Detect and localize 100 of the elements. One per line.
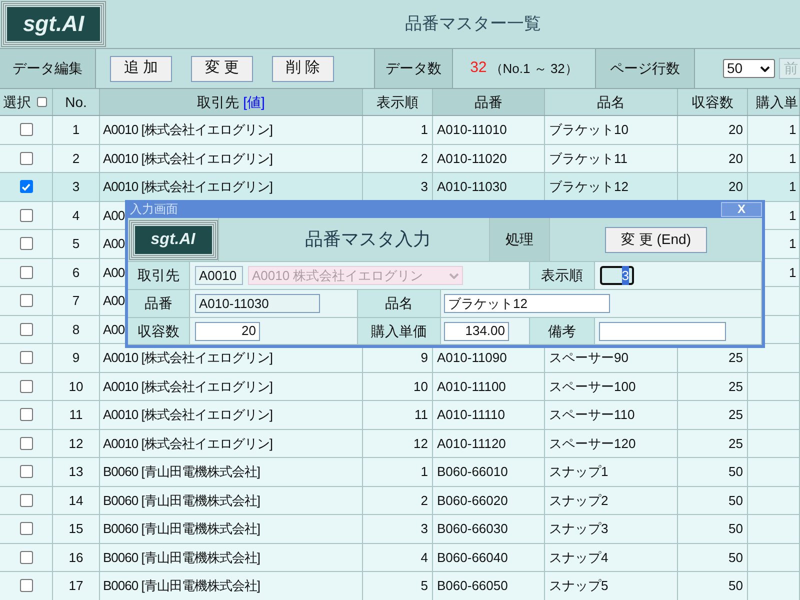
quantity: 50 [728,520,743,538]
table-row[interactable]: 13 B0060 [青山田電機株式会社] 1 B060-66010 スナップ1 50 [0,458,800,486]
row-checkbox[interactable] [20,266,32,279]
row-checkbox[interactable] [20,237,32,250]
customer-name: B0060 [青山田電機株式会社] [103,520,260,538]
display-order: 3 [420,178,428,196]
row-checkbox[interactable] [20,465,32,478]
unit-price: 1 [789,150,796,168]
customer-name: A00 [103,264,125,282]
toolbar-button[interactable]: 削 除 [272,56,334,82]
part-number: B060-66030 [437,520,508,538]
record-range: （No.1 ～ 32） [490,60,578,78]
display-order: 2 [420,492,428,510]
display-order: 3 [420,520,428,538]
unit-price: 1 [789,178,796,196]
number-field[interactable]: 20 [195,322,260,340]
row-checkbox[interactable] [20,494,32,507]
row-checkbox[interactable] [20,152,32,165]
part-number: B060-66020 [437,492,508,510]
row-number: 14 [68,492,84,510]
logo: sgt.AI [1,1,106,47]
quantity: 20 [728,178,743,196]
row-checkbox[interactable] [20,579,32,592]
part-name: スペーサー90 [549,349,628,367]
customer-name: B0060 [青山田電機株式会社] [103,577,260,595]
toolbar-button[interactable]: 追 加 [110,56,172,82]
row-checkbox[interactable] [20,408,32,422]
select-all-checkbox[interactable] [37,97,47,107]
table-row[interactable]: 15 B0060 [青山田電機株式会社] 3 B060-66030 スナップ3 50 [0,515,800,544]
quantity: 50 [728,548,743,566]
table-row[interactable]: 3 A0010 [株式会社イエログリン] 3 A010-11030 ブラケット12 20 1 [0,173,800,202]
row-number: 17 [68,577,84,595]
table-row[interactable]: 17 B0060 [青山田電機株式会社] 5 B060-66050 スナップ5 50 [0,572,800,600]
customer-name: B0060 [青山田電機株式会社] [103,463,260,481]
part-number: A010-11010 [437,121,507,139]
part-name: ブラケット10 [549,121,628,139]
field-label: 購入単価 [358,318,441,345]
customer-name: A00 [103,206,125,224]
row-number: 1 [72,121,80,139]
chevron-down-icon [760,66,770,72]
number-field[interactable]: 134.00 [444,322,509,340]
part-number: A010-11120 [437,434,506,452]
part-name: スナップ1 [549,463,608,481]
column-header[interactable]: 収容数 [678,89,748,115]
submit-button[interactable]: 変 更 (End) [605,226,707,252]
text-field[interactable]: A010-11030 [195,294,320,313]
row-checkbox[interactable] [20,180,32,194]
part-name: ブラケット12 [549,178,628,196]
quantity: 20 [728,150,743,168]
toolbar-label: データ数 [375,49,453,88]
table-row[interactable]: 16 B0060 [青山田電機株式会社] 4 B060-66040 スナップ4 50 [0,544,800,572]
page-size-select[interactable]: 50 [723,59,775,78]
row-checkbox[interactable] [20,522,32,536]
part-name: スペーサー110 [549,406,635,424]
table-row[interactable]: 1 A0010 [株式会社イエログリン] 1 A010-11010 ブラケット10 20 1 [0,116,800,144]
table-row[interactable]: 2 A0010 [株式会社イエログリン] 2 A010-11020 ブラケット11 20 1 [0,144,800,173]
display-order: 1 [420,121,428,139]
part-number: A010-11030 [437,178,507,196]
part-name: スナップ5 [549,577,608,595]
row-number: 10 [68,378,84,396]
row-checkbox[interactable] [20,208,32,222]
row-checkbox[interactable] [20,123,32,136]
row-checkbox[interactable] [20,550,32,564]
column-header[interactable]: 品番 [433,89,545,115]
unit-price: 1 [789,121,796,139]
table-row[interactable]: 12 A0010 [株式会社イエログリン] 12 A010-11120 スペーサー120 25 [0,430,800,458]
unit-price: 1 [789,206,796,224]
display-order: 4 [420,548,428,566]
customer-name: A00 [103,320,125,338]
text-field[interactable]: ブラケット12 [444,294,610,313]
table-row[interactable]: 10 A0010 [株式会社イエログリン] 10 A010-11100 スペーサー100 25 [0,372,800,401]
column-header[interactable]: 品名 [545,89,678,115]
column-header[interactable]: 購入単 [748,89,800,115]
column-header[interactable]: 取引先 [値] [100,89,363,115]
row-number: 12 [68,434,84,452]
order-field[interactable]: 3 [600,266,634,285]
row-checkbox[interactable] [20,436,32,450]
toolbar-label: ページ行数 [596,49,695,88]
row-checkbox[interactable] [20,322,32,336]
table-row[interactable]: 14 B0060 [青山田電機株式会社] 2 B060-66020 スナップ2 50 [0,486,800,515]
quantity: 20 [728,121,743,139]
record-count: 32 [470,58,487,78]
row-number: 9 [72,349,80,367]
quantity: 25 [728,434,743,452]
page-title: 品番マスター一覧 [405,13,541,36]
row-number: 6 [72,264,80,282]
row-number: 5 [72,235,80,253]
toolbar-button[interactable]: 変 更 [191,56,253,82]
row-number: 15 [68,520,84,538]
display-order: 2 [420,150,428,168]
table-row[interactable]: 11 A0010 [株式会社イエログリン] 11 A010-11110 スペーサー110 25 [0,401,800,430]
row-checkbox[interactable] [20,380,32,393]
row-checkbox[interactable] [20,294,32,308]
value-link[interactable]: [値] [243,92,265,112]
text-field[interactable] [599,322,726,340]
row-checkbox[interactable] [20,351,32,364]
part-number: B060-66050 [437,577,508,595]
row-number: 8 [72,320,80,338]
display-order: 11 [414,406,428,424]
part-number: A010-11090 [437,349,507,367]
